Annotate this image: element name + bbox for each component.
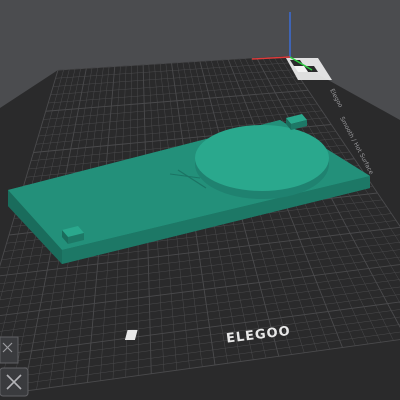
move-tool-button[interactable] bbox=[0, 336, 19, 364]
3d-viewport[interactable]: Smooth / Hot Surface Elegoo ELEGOO bbox=[0, 0, 400, 400]
model-disc-top bbox=[195, 125, 329, 191]
close-tool-button[interactable] bbox=[0, 367, 29, 397]
